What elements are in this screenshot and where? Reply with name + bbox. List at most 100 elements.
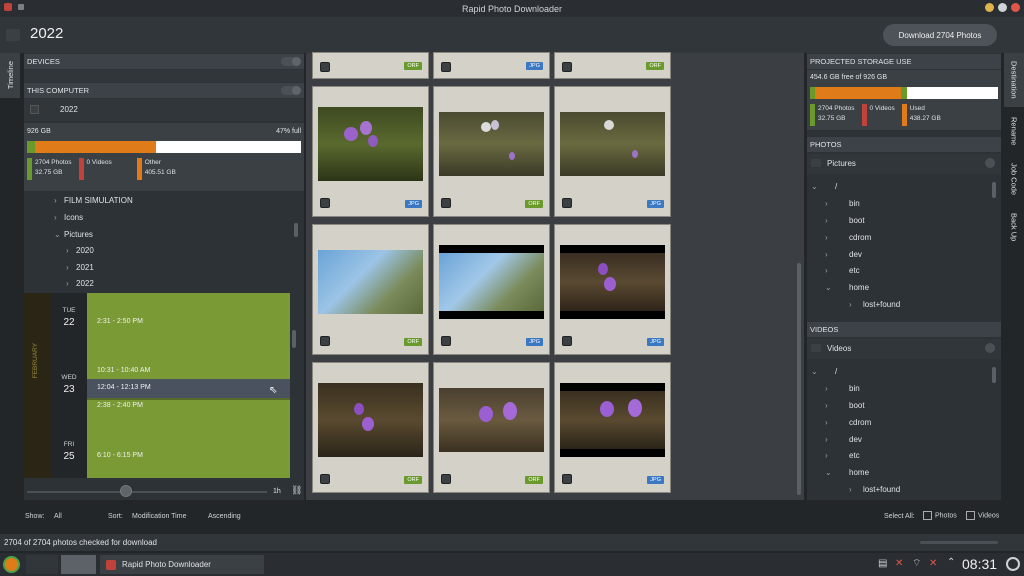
thumbnail-checkbox[interactable] (320, 336, 330, 346)
tree-item[interactable]: › 2021 (66, 263, 94, 272)
select-videos-checkbox[interactable]: Videos (963, 511, 999, 520)
network-icon[interactable]: ⌔ (912, 557, 921, 570)
tree-item[interactable]: ⌄ home (825, 468, 869, 477)
thumbnail-card[interactable]: JPG (312, 86, 429, 217)
select-all-label: Select All: (884, 513, 915, 520)
link-icon[interactable]: ⛓ (291, 485, 302, 496)
window-menu[interactable] (4, 3, 24, 11)
tree-scrollbar[interactable] (992, 367, 996, 383)
maximize-icon[interactable] (998, 3, 1007, 12)
app-launcher-icon[interactable] (3, 556, 20, 573)
thumbnail-card[interactable]: ORF (554, 52, 671, 79)
select-photos-checkbox[interactable]: Photos (920, 511, 957, 520)
tree-item[interactable]: › lost+found (849, 300, 900, 309)
mute-icon[interactable]: ✕ (895, 558, 903, 569)
sort-dropdown[interactable]: Modification Time (132, 513, 186, 520)
tree-item[interactable]: › boot (825, 401, 865, 410)
time-slot[interactable]: 6:10 - 6:15 PM (97, 452, 143, 459)
this-computer-toggle[interactable] (281, 86, 301, 95)
tab-destination[interactable]: Destination (1004, 53, 1024, 107)
thumbnail-card[interactable]: ORF (312, 362, 429, 493)
thumbnail-card[interactable]: JPG (433, 52, 550, 79)
devices-toggle[interactable] (281, 57, 301, 66)
tab-job-code[interactable]: Job Code (1004, 157, 1024, 202)
thumbnail-card[interactable]: ORF (312, 52, 429, 79)
thumbnail-card[interactable]: JPG (433, 224, 550, 355)
desktop-pager-2[interactable] (61, 555, 96, 574)
thumbnail-checkbox[interactable] (441, 62, 451, 72)
thumbnail-card[interactable]: JPG (554, 362, 671, 493)
download-button[interactable]: Download 2704 Photos (883, 24, 997, 46)
minimize-icon[interactable] (985, 3, 994, 12)
thumbnail-checkbox[interactable] (441, 198, 451, 208)
sidebar-toggle-icon[interactable] (6, 29, 20, 41)
tree-item[interactable]: ⌄ / (811, 182, 837, 191)
thumbnail-checkbox[interactable] (562, 474, 572, 484)
thumbnail-checkbox[interactable] (320, 62, 330, 72)
chevron-right-icon: › (825, 233, 828, 242)
thumbnail-card[interactable]: ORF (312, 224, 429, 355)
tree-item[interactable]: › bin (825, 199, 860, 208)
tree-item[interactable]: › dev (825, 435, 862, 444)
this-computer-checkbox[interactable] (30, 105, 39, 114)
time-slot[interactable]: 12:04 - 12:13 PM (97, 384, 151, 391)
tab-back-up[interactable]: Back Up (1004, 207, 1024, 247)
volume-muted-icon[interactable]: ✕ (929, 558, 937, 569)
tree-item[interactable]: › cdrom (825, 418, 871, 427)
thumbnail-checkbox[interactable] (320, 474, 330, 484)
zoom-slider-track[interactable] (27, 491, 267, 493)
thumbnail-checkbox[interactable] (441, 336, 451, 346)
time-slot[interactable]: 2:38 - 2:40 PM (97, 402, 143, 409)
clipboard-icon[interactable]: ▤ (878, 558, 887, 569)
timeline: FEBRUARY TUE 22 WED 23 FRI 25 2:31 - 2:50 P… (24, 293, 290, 478)
order-dropdown[interactable]: Ascending (208, 513, 241, 520)
thumbnail-checkbox[interactable] (562, 62, 572, 72)
tree-item[interactable]: › Icons (54, 213, 83, 222)
tree-item[interactable]: › etc (825, 451, 860, 460)
tree-item[interactable]: › 2020 (66, 246, 94, 255)
thumbnail-checkbox[interactable] (441, 474, 451, 484)
tab-timeline[interactable]: Timeline (0, 53, 20, 98)
tree-item[interactable]: ⌄ home (825, 283, 869, 292)
tree-scrollbar[interactable] (294, 223, 298, 237)
gear-icon[interactable] (985, 158, 995, 168)
tab-rename[interactable]: Rename (1004, 111, 1024, 151)
thumbnail-card[interactable]: ORF (433, 86, 550, 217)
close-icon[interactable] (1011, 3, 1020, 12)
grid-scrollbar[interactable] (797, 263, 801, 495)
show-dropdown[interactable]: All (54, 513, 62, 520)
thumbnail-checkbox[interactable] (562, 336, 572, 346)
timeline-scrollbar[interactable] (292, 330, 296, 348)
clock[interactable]: 08:31 (962, 556, 997, 572)
tree-item[interactable]: › lost+found (849, 485, 900, 494)
thumbnail-card[interactable]: JPG (554, 86, 671, 217)
tree-item[interactable]: › etc (825, 266, 860, 275)
tree-item[interactable]: › bin (825, 384, 860, 393)
chevron-up-icon[interactable]: ⌃ (947, 557, 955, 568)
time-slot[interactable]: 10:31 - 10:40 AM (97, 367, 150, 374)
tree-item[interactable]: › 2022 (66, 279, 94, 288)
pin-icon[interactable] (18, 4, 24, 10)
thumbnail-card[interactable]: JPG (554, 224, 671, 355)
show-desktop-icon[interactable] (1006, 557, 1020, 571)
taskbar-app-button[interactable]: Rapid Photo Downloader (100, 555, 264, 574)
tree-item[interactable]: › cdrom (825, 233, 871, 242)
zoom-slider-handle[interactable] (120, 485, 132, 497)
tree-item[interactable]: › dev (825, 250, 862, 259)
tree-item[interactable]: › FILM SIMULATION (54, 196, 133, 205)
thumbnail-checkbox[interactable] (562, 198, 572, 208)
day-number: 25 (63, 451, 75, 462)
tree-item[interactable]: ⌄ Pictures (54, 230, 93, 239)
this-computer-row[interactable]: 2022 (24, 99, 304, 121)
tree-scrollbar[interactable] (992, 182, 996, 198)
videos-folder-bar[interactable]: Videos (807, 339, 1001, 359)
desktop-pager-1[interactable] (26, 555, 58, 574)
thumbnail-card[interactable]: ORF (433, 362, 550, 493)
time-slot[interactable]: 2:31 - 2:50 PM (97, 318, 143, 325)
tree-item[interactable]: ⌄ / (811, 367, 837, 376)
gear-icon[interactable] (985, 343, 995, 353)
thumbnail-checkbox[interactable] (320, 198, 330, 208)
photos-folder-bar[interactable]: Pictures (807, 154, 1001, 174)
tree-item-label: Pictures (64, 230, 93, 239)
tree-item[interactable]: › boot (825, 216, 865, 225)
